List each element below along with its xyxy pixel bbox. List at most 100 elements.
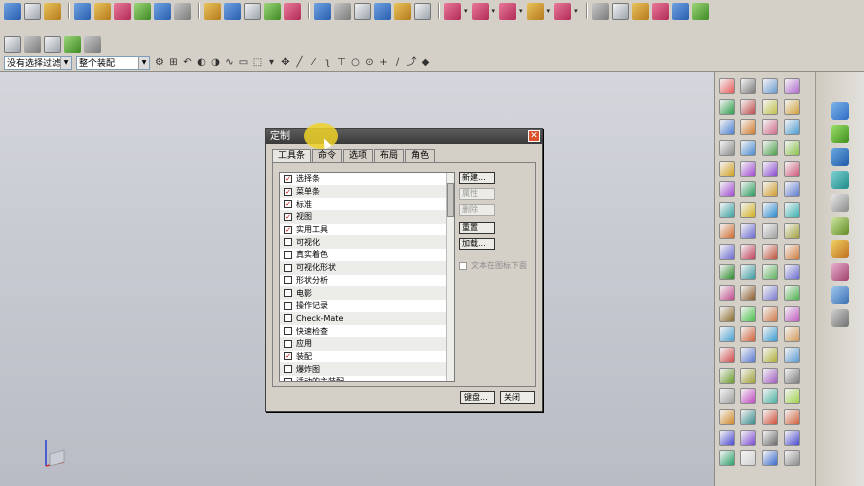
fit-icon[interactable] (414, 2, 431, 20)
tool-icon[interactable] (719, 326, 735, 343)
boss-icon[interactable] (154, 2, 171, 20)
tool-icon[interactable] (740, 78, 756, 94)
list-item-checkbox[interactable] (284, 314, 292, 323)
reuse-library-icon[interactable] (831, 240, 849, 258)
feature-selection-icon[interactable]: ⊞ (168, 57, 179, 68)
list-item[interactable]: ✓ 装配 (280, 351, 454, 364)
shaded-icon[interactable] (374, 2, 391, 20)
revolve-icon[interactable] (114, 2, 131, 20)
list-item[interactable]: ✓ 视图 (280, 211, 454, 224)
tool-icon[interactable] (762, 305, 778, 322)
tool-icon[interactable] (762, 140, 778, 157)
close-icon[interactable]: ✕ (528, 130, 540, 142)
trim-icon[interactable] (244, 2, 261, 20)
motion-icon[interactable] (691, 2, 709, 20)
tool-icon[interactable] (762, 202, 778, 219)
component-icon[interactable] (444, 2, 461, 20)
palette-icon[interactable] (831, 217, 849, 235)
tool-icon[interactable] (762, 429, 778, 446)
render-icon[interactable] (334, 2, 351, 20)
tool-icon[interactable] (719, 98, 735, 115)
tool-icon[interactable] (740, 346, 756, 363)
tab-roles[interactable]: 角色 (405, 149, 436, 163)
tool-icon[interactable] (740, 264, 756, 281)
tool-icon[interactable] (784, 429, 800, 446)
tool-icon[interactable] (740, 450, 756, 467)
list-item-checkbox[interactable]: ✓ (284, 187, 292, 196)
tool-icon[interactable] (719, 160, 735, 177)
tool-icon[interactable] (762, 222, 778, 239)
move-icon[interactable]: ✥ (280, 57, 291, 68)
tool-icon[interactable] (762, 388, 778, 405)
tool-icon[interactable] (784, 222, 800, 239)
tool-icon[interactable] (740, 429, 756, 446)
weld-icon[interactable] (651, 2, 669, 20)
tool-icon[interactable] (762, 409, 778, 425)
wireframe-icon[interactable] (354, 2, 371, 20)
tool-icon[interactable] (740, 305, 756, 322)
circle-icon[interactable]: ○ (350, 57, 361, 68)
tool-icon[interactable] (784, 119, 800, 136)
new-icon[interactable] (24, 2, 41, 20)
tool-icon[interactable] (762, 264, 778, 281)
tool-icon[interactable] (784, 284, 800, 301)
line-icon[interactable]: ╱ (294, 57, 305, 68)
list-item-checkbox[interactable] (284, 365, 292, 374)
list-item-checkbox[interactable] (284, 327, 292, 336)
list-item[interactable]: Check-Mate (280, 312, 454, 326)
add-component-icon[interactable] (471, 2, 489, 20)
tool-icon[interactable] (719, 450, 735, 467)
tool-icon[interactable] (740, 326, 756, 343)
tool-icon[interactable] (762, 346, 778, 363)
list-item-checkbox[interactable] (284, 301, 292, 310)
tool-icon[interactable] (762, 243, 778, 260)
list-item[interactable]: 电影 (280, 287, 454, 300)
chevron-down-icon[interactable]: ▾ (266, 57, 277, 68)
delete-button[interactable]: 删除 (459, 204, 495, 216)
tool-icon[interactable] (784, 450, 800, 467)
tool-icon[interactable] (740, 98, 756, 115)
routing-icon[interactable] (671, 2, 689, 20)
tool-icon[interactable] (719, 222, 735, 239)
assembly-scope-select[interactable]: 整个装配 ▼ (76, 55, 150, 70)
tool-icon[interactable] (719, 140, 735, 157)
view-icon[interactable] (314, 2, 331, 20)
layout-icon[interactable] (24, 35, 41, 53)
tool-icon[interactable] (784, 140, 800, 157)
tool-icon[interactable] (784, 264, 800, 281)
slash-icon[interactable]: ⁄ (308, 57, 319, 68)
scrollbar-thumb[interactable] (447, 183, 454, 217)
clearance-icon[interactable] (611, 2, 629, 20)
tool-icon[interactable] (762, 326, 778, 343)
chamfer-icon[interactable] (224, 2, 241, 20)
system-materials-icon[interactable] (831, 286, 849, 304)
tool-icon[interactable] (762, 160, 778, 177)
roles-icon[interactable] (831, 263, 849, 281)
reposition-icon[interactable] (526, 2, 544, 20)
sheet-icon[interactable]: ▭ (238, 57, 249, 68)
tool-icon[interactable] (762, 98, 778, 115)
list-item-checkbox[interactable] (284, 263, 292, 272)
list-item[interactable]: 真实着色 (280, 249, 454, 262)
list-item[interactable]: ✓ 标准 (280, 198, 454, 212)
undo-icon[interactable]: ↶ (182, 57, 193, 68)
tool-icon[interactable] (762, 119, 778, 136)
keyboard-button[interactable]: 键盘... (460, 391, 495, 404)
extrude-icon[interactable] (94, 2, 111, 20)
tool-icon[interactable] (762, 367, 778, 384)
tool-icon[interactable] (784, 326, 800, 343)
tab-layout[interactable]: 布局 (374, 149, 405, 163)
list-item[interactable]: 应用 (280, 337, 454, 351)
tool-icon[interactable] (719, 409, 735, 425)
sketch-icon[interactable] (74, 2, 91, 20)
properties-button[interactable]: 属性 (459, 188, 495, 200)
section-icon[interactable] (394, 2, 411, 20)
intersect-icon[interactable]: ⊤ (336, 57, 347, 68)
list-scrollbar[interactable] (446, 173, 454, 381)
list-item-checkbox[interactable]: ✓ (284, 212, 292, 221)
tool-icon[interactable] (784, 202, 800, 219)
array-icon[interactable] (554, 2, 572, 20)
box-select-icon[interactable]: ⬚ (252, 57, 263, 68)
tool-icon[interactable] (719, 367, 735, 384)
tool-icon[interactable] (740, 388, 756, 405)
